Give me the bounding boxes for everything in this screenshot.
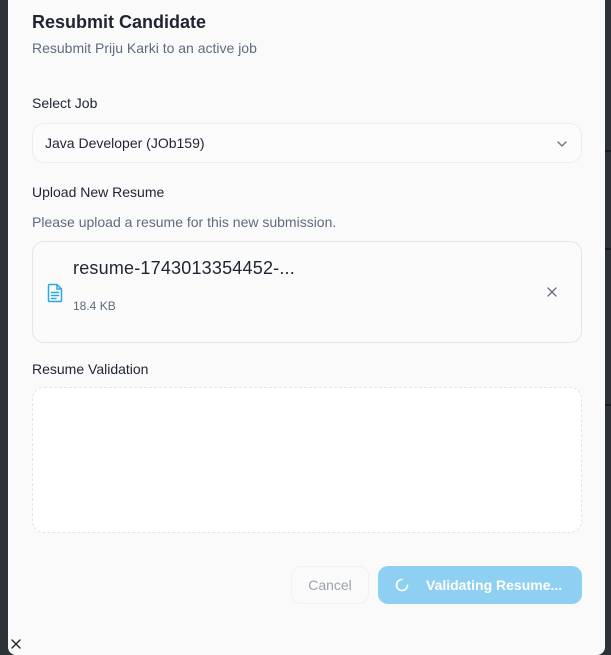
spinner-icon [395,578,409,592]
file-text-icon [47,283,63,303]
backdrop-divider [605,150,611,152]
select-job-label: Select Job [32,95,98,111]
dialog-subtitle: Resubmit Priju Karki to an active job [32,40,257,56]
close-icon[interactable] [10,638,22,650]
upload-helper-text: Please upload a resume for this new subm… [32,214,337,230]
resubmit-dialog: Resubmit Candidate Resubmit Priju Karki … [8,0,605,655]
file-name: resume-1743013354452-... [73,258,295,278]
resume-validation-panel [32,387,582,533]
remove-file-close-icon[interactable] [545,285,559,299]
upload-resume-label: Upload New Resume [32,184,165,200]
validating-resume-button[interactable]: Validating Resume... [378,566,582,604]
validating-resume-label: Validating Resume... [426,577,563,593]
backdrop-divider [605,248,611,250]
dialog-title: Resubmit Candidate [32,12,207,32]
job-select-value: Java Developer (JOb159) [45,135,205,151]
backdrop-divider [605,404,611,406]
cancel-button[interactable]: Cancel [291,566,369,604]
resume-validation-label: Resume Validation [32,361,149,377]
file-size: 18.4 KB [73,299,116,313]
chevron-down-icon [557,141,567,147]
job-select[interactable]: Java Developer (JOb159) [32,123,582,163]
uploaded-file-card: resume-1743013354452-... 18.4 KB [32,241,582,343]
